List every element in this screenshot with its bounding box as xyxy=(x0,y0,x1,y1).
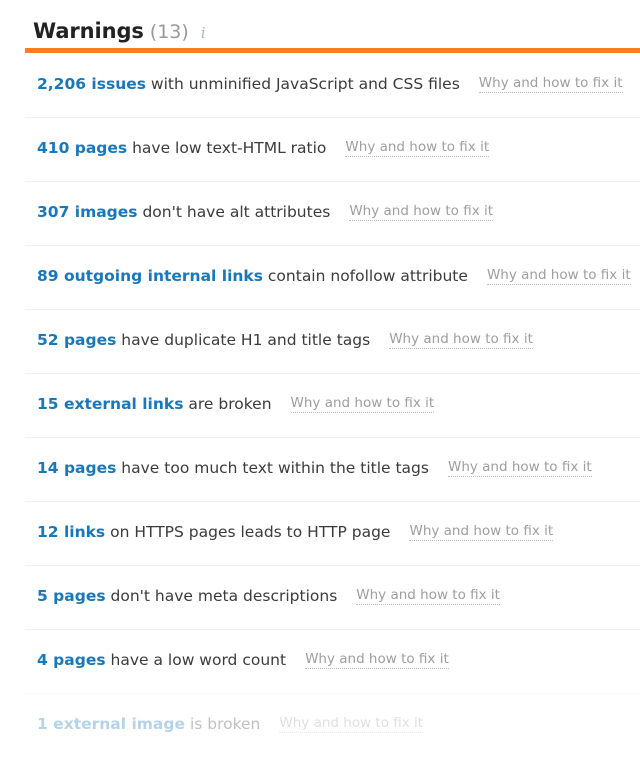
why-and-how-to-fix-it-link[interactable]: Why and how to fix it xyxy=(290,397,435,413)
warning-row[interactable]: 410 pages have low text-HTML ratio Why an… xyxy=(0,117,640,181)
warning-text: 1 external image is broken xyxy=(37,717,260,733)
why-and-how-to-fix-it-link[interactable]: Why and how to fix it xyxy=(305,653,449,669)
warning-row[interactable]: 2,206 issues with unminified JavaScript … xyxy=(0,53,640,117)
warning-count[interactable]: 15 external links xyxy=(37,395,183,413)
warning-text: 2,206 issues with unminified JavaScript … xyxy=(37,77,460,93)
why-and-how-to-fix-it-link[interactable]: Why and how to fix it xyxy=(349,205,494,221)
warning-count[interactable]: 5 pages xyxy=(37,587,106,605)
warning-description: have a low word count xyxy=(110,651,287,670)
info-icon[interactable]: i xyxy=(201,26,206,41)
warning-text: 14 pages have too much text within the t… xyxy=(37,461,429,477)
panel-header: Warnings (13) i xyxy=(0,0,640,43)
warning-text: 410 pages have low text-HTML ratio xyxy=(37,141,326,157)
warning-count[interactable]: 307 images xyxy=(37,203,138,221)
warning-description: don't have alt attributes xyxy=(142,203,331,222)
warning-row[interactable]: 15 external links are broken Why and how … xyxy=(0,373,640,437)
warnings-panel: Warnings (13) i 2,206 issues with unmini… xyxy=(0,0,640,768)
warning-description: have low text-HTML ratio xyxy=(132,139,327,158)
warning-text: 89 outgoing internal links contain nofol… xyxy=(37,269,468,285)
why-and-how-to-fix-it-link[interactable]: Why and how to fix it xyxy=(389,333,533,349)
why-and-how-to-fix-it-link[interactable]: Why and how to fix it xyxy=(279,717,424,733)
why-and-how-to-fix-it-link[interactable]: Why and how to fix it xyxy=(478,77,623,93)
warning-text: 52 pages have duplicate H1 and title tag… xyxy=(37,333,370,349)
warning-count[interactable]: 12 links xyxy=(37,523,105,541)
warning-count[interactable]: 89 outgoing internal links xyxy=(37,267,263,285)
why-and-how-to-fix-it-link[interactable]: Why and how to fix it xyxy=(409,525,554,541)
warning-description: are broken xyxy=(188,395,272,414)
warning-description: have duplicate H1 and title tags xyxy=(121,331,371,350)
warning-row[interactable]: 52 pages have duplicate H1 and title tag… xyxy=(0,309,640,373)
why-and-how-to-fix-it-link[interactable]: Why and how to fix it xyxy=(486,269,631,285)
warning-count[interactable]: 52 pages xyxy=(37,331,116,349)
warning-row[interactable]: 1 external image is broken Why and how to… xyxy=(0,693,640,757)
warning-row[interactable]: 4 pages have a low word count Why and how… xyxy=(0,629,640,693)
warnings-count-badge: (13) xyxy=(149,21,189,43)
warning-description: with unminified JavaScript and CSS files xyxy=(150,75,460,94)
warning-row[interactable]: 89 outgoing internal links contain nofol… xyxy=(0,245,640,309)
warning-text: 15 external links are broken xyxy=(37,397,272,413)
why-and-how-to-fix-it-link[interactable]: Why and how to fix it xyxy=(356,589,500,605)
warning-text: 307 images don't have alt attributes xyxy=(37,205,330,221)
warning-count[interactable]: 4 pages xyxy=(37,651,106,669)
warning-description: have too much text within the title tags xyxy=(121,459,429,478)
warning-description: on HTTPS pages leads to HTTP page xyxy=(110,523,391,542)
warning-count[interactable]: 410 pages xyxy=(37,139,127,157)
warning-row[interactable]: 12 links on HTTPS pages leads to HTTP pa… xyxy=(0,501,640,565)
warning-count[interactable]: 14 pages xyxy=(37,459,116,477)
warning-text: 5 pages don't have meta descriptions xyxy=(37,589,337,605)
warning-description: contain nofollow attribute xyxy=(267,267,468,286)
warning-row[interactable]: 14 pages have too much text within the t… xyxy=(0,437,640,501)
warning-description: is broken xyxy=(189,715,261,734)
why-and-how-to-fix-it-link[interactable]: Why and how to fix it xyxy=(345,141,490,157)
warning-row[interactable]: 307 images don't have alt attributes Why … xyxy=(0,181,640,245)
page-title: Warnings xyxy=(33,19,144,43)
warnings-list: 2,206 issues with unminified JavaScript … xyxy=(0,53,640,757)
warning-description: don't have meta descriptions xyxy=(110,587,338,606)
warning-count[interactable]: 1 external image xyxy=(37,715,185,733)
warning-row[interactable]: 5 pages don't have meta descriptions Why … xyxy=(0,565,640,629)
why-and-how-to-fix-it-link[interactable]: Why and how to fix it xyxy=(447,461,592,477)
warning-count[interactable]: 2,206 issues xyxy=(37,75,146,93)
warning-text: 4 pages have a low word count xyxy=(37,653,286,669)
warning-text: 12 links on HTTPS pages leads to HTTP pa… xyxy=(37,525,390,541)
